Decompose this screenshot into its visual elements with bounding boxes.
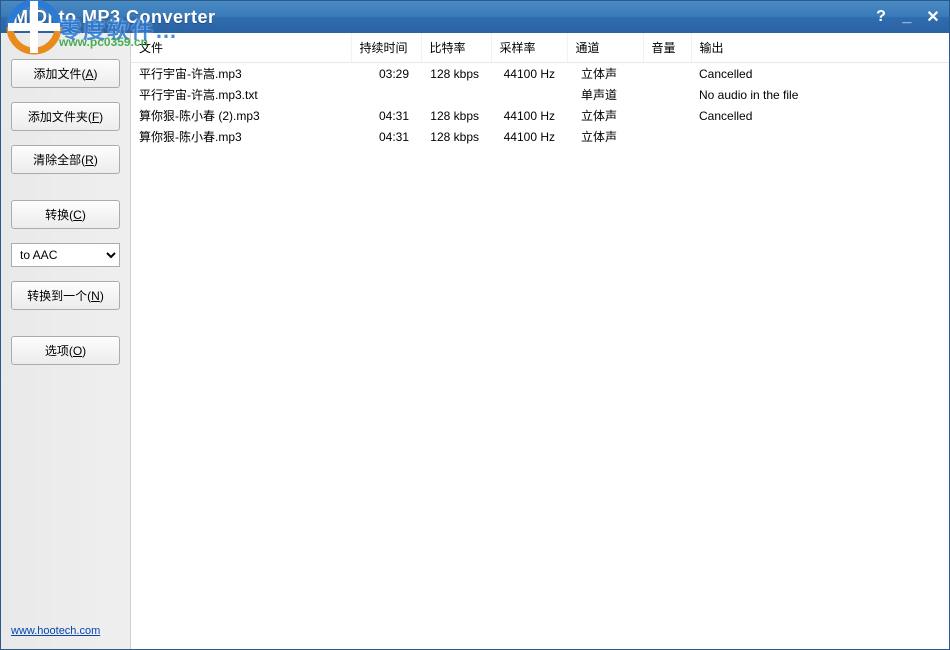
output-format-select[interactable]: to AAC xyxy=(11,243,120,267)
cell-samplerate: 44100 Hz xyxy=(491,126,567,147)
col-header-output[interactable]: 输出 xyxy=(691,33,949,63)
cell-channel: 立体声 xyxy=(567,63,643,85)
col-header-channel[interactable]: 通道 xyxy=(567,33,643,63)
cell-duration: 04:31 xyxy=(351,105,421,126)
minimize-button[interactable]: _ xyxy=(899,8,915,26)
table-row[interactable]: 算你狠-陈小春.mp304:31128 kbps44100 Hz立体声 xyxy=(131,126,949,147)
cell-file: 算你狠-陈小春 (2).mp3 xyxy=(131,105,351,126)
cell-channel: 立体声 xyxy=(567,126,643,147)
cell-volume xyxy=(643,126,691,147)
cell-samplerate: 44100 Hz xyxy=(491,105,567,126)
cell-output: Cancelled xyxy=(691,105,949,126)
cell-file: 算你狠-陈小春.mp3 xyxy=(131,126,351,147)
clear-all-button[interactable]: 清除全部(R) xyxy=(11,145,120,174)
cell-bitrate: 128 kbps xyxy=(421,63,491,85)
options-label: 选项( xyxy=(45,344,73,358)
col-header-bitrate[interactable]: 比特率 xyxy=(421,33,491,63)
cell-duration: 03:29 xyxy=(351,63,421,85)
convert-label: 转换( xyxy=(45,208,73,222)
title-bar: MIDI to MP3 Converter ? _ ✕ xyxy=(1,1,949,33)
cell-volume xyxy=(643,84,691,105)
table-header-row: 文件 持续时间 比特率 采样率 通道 音量 输出 xyxy=(131,33,949,63)
sidebar: 添加文件(A) 添加文件夹(F) 清除全部(R) 转换(C) to AAC 转换… xyxy=(1,33,131,649)
window-controls: ? _ ✕ xyxy=(873,7,941,27)
help-icon[interactable]: ? xyxy=(873,8,889,26)
cell-volume xyxy=(643,105,691,126)
convert-button[interactable]: 转换(C) xyxy=(11,200,120,229)
cell-samplerate xyxy=(491,84,567,105)
add-folder-button[interactable]: 添加文件夹(F) xyxy=(11,102,120,131)
cell-file: 平行宇宙-许嵩.mp3.txt xyxy=(131,84,351,105)
cell-file: 平行宇宙-许嵩.mp3 xyxy=(131,63,351,85)
cell-output xyxy=(691,126,949,147)
watermark-logo-icon xyxy=(6,0,62,55)
cell-bitrate: 128 kbps xyxy=(421,105,491,126)
add-folder-label: 添加文件夹( xyxy=(28,110,92,124)
cell-channel: 单声道 xyxy=(567,84,643,105)
cell-duration xyxy=(351,84,421,105)
cell-volume xyxy=(643,63,691,85)
cell-samplerate: 44100 Hz xyxy=(491,63,567,85)
col-header-duration[interactable]: 持续时间 xyxy=(351,33,421,63)
cell-channel: 立体声 xyxy=(567,105,643,126)
file-list-panel: 文件 持续时间 比特率 采样率 通道 音量 输出 平行宇宙-许嵩.mp303:2… xyxy=(131,33,949,649)
col-header-samplerate[interactable]: 采样率 xyxy=(491,33,567,63)
table-row[interactable]: 算你狠-陈小春 (2).mp304:31128 kbps44100 Hz立体声 C… xyxy=(131,105,949,126)
convert-one-label: 转换到一个( xyxy=(27,289,91,303)
file-table: 文件 持续时间 比特率 采样率 通道 音量 输出 平行宇宙-许嵩.mp303:2… xyxy=(131,33,949,147)
close-button[interactable]: ✕ xyxy=(925,7,941,27)
clear-all-label: 清除全部( xyxy=(33,153,85,167)
vendor-link[interactable]: www.hootech.com xyxy=(11,625,120,641)
cell-output: Cancelled xyxy=(691,63,949,85)
cell-bitrate xyxy=(421,84,491,105)
table-row[interactable]: 平行宇宙-许嵩.mp3.txt 单声道 No audio in the file xyxy=(131,84,949,105)
col-header-volume[interactable]: 音量 xyxy=(643,33,691,63)
add-file-label: 添加文件( xyxy=(33,67,85,81)
col-header-file[interactable]: 文件 xyxy=(131,33,351,63)
add-file-button[interactable]: 添加文件(A) xyxy=(11,59,120,88)
options-button[interactable]: 选项(O) xyxy=(11,336,120,365)
cell-bitrate: 128 kbps xyxy=(421,126,491,147)
convert-to-one-button[interactable]: 转换到一个(N) xyxy=(11,281,120,310)
cell-output: No audio in the file xyxy=(691,84,949,105)
table-row[interactable]: 平行宇宙-许嵩.mp303:29128 kbps44100 Hz立体声 Cance… xyxy=(131,63,949,85)
cell-duration: 04:31 xyxy=(351,126,421,147)
